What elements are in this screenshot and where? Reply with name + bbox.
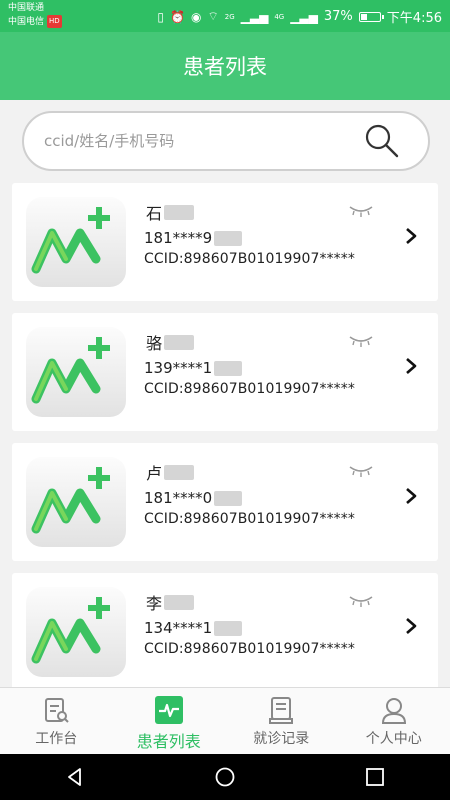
wifi-icon: ⌔ bbox=[207, 9, 219, 23]
app-logo bbox=[26, 327, 126, 417]
battery-fill bbox=[360, 13, 367, 20]
tab-label-workbench: 工作台 bbox=[35, 731, 78, 747]
tab-label-personal-center: 个人中心 bbox=[365, 731, 422, 747]
patient-ccid: CCID:898607B01019907***** bbox=[144, 381, 355, 397]
app-logo bbox=[26, 457, 126, 547]
app-logo bbox=[26, 197, 126, 287]
pulse-icon bbox=[154, 696, 183, 724]
patient-card[interactable]: 骆 139****1 CCID:898607B01019907***** bbox=[12, 313, 438, 431]
eye-closed-icon[interactable] bbox=[348, 593, 374, 609]
signal-2-label: 4G bbox=[274, 12, 285, 21]
user-icon bbox=[381, 698, 406, 724]
chevron-right-icon[interactable] bbox=[404, 617, 418, 635]
redacted-phone bbox=[214, 490, 243, 506]
hd-badge: HD bbox=[47, 15, 62, 28]
patient-ccid: CCID:898607B01019907***** bbox=[144, 251, 355, 267]
tab-visit-records[interactable]: 就诊记录 bbox=[225, 688, 338, 755]
patient-name-row: 李 bbox=[146, 591, 195, 613]
patient-phone: 139****1 bbox=[144, 359, 213, 377]
carrier-info: 中国联通 中国电信 HD bbox=[8, 2, 62, 29]
redacted-name bbox=[164, 204, 195, 220]
patient-name-row: 卢 bbox=[146, 461, 195, 483]
search-input[interactable] bbox=[42, 131, 362, 151]
bottom-tab-bar: 工作台 患者列表 就诊记录 个人中心 bbox=[0, 687, 450, 755]
carrier-1: 中国联通 bbox=[8, 3, 45, 13]
battery-percent: 37% bbox=[323, 9, 353, 24]
patient-ccid: CCID:898607B01019907***** bbox=[144, 511, 355, 527]
back-icon[interactable] bbox=[63, 765, 87, 789]
eye-closed-icon[interactable] bbox=[348, 333, 374, 349]
search-icon[interactable] bbox=[362, 121, 402, 161]
redacted-phone bbox=[214, 360, 243, 376]
tab-label-visit-records: 就诊记录 bbox=[253, 731, 310, 747]
clipboard-icon bbox=[45, 698, 69, 723]
battery-icon bbox=[358, 11, 384, 22]
patient-phone: 181****9 bbox=[144, 229, 213, 247]
eye-comfort-icon: ◉ bbox=[190, 9, 202, 24]
patient-phone: 181****0 bbox=[144, 489, 213, 507]
home-icon[interactable] bbox=[213, 765, 237, 789]
patient-phone-row: 139****1 bbox=[144, 357, 243, 379]
patient-name: 卢 bbox=[146, 464, 163, 483]
signal-1-icon: ▁▃▅ bbox=[240, 9, 269, 24]
eye-closed-icon[interactable] bbox=[348, 203, 374, 219]
patient-name: 石 bbox=[146, 204, 163, 223]
patient-card[interactable]: 卢 181****0 CCID:898607B01019907***** bbox=[12, 443, 438, 561]
carrier-2: 中国电信 bbox=[8, 17, 45, 27]
recents-icon[interactable] bbox=[363, 765, 387, 789]
redacted-name bbox=[164, 334, 195, 350]
status-bar: 中国联通 中国电信 HD ▯ ⏰ ◉ ⌔ 2G ▁▃▅ 4G ▁▃▅ 37% 下午… bbox=[0, 0, 450, 32]
chevron-right-icon[interactable] bbox=[404, 227, 418, 245]
status-indicators: ▯ ⏰ ◉ ⌔ 2G ▁▃▅ 4G ▁▃▅ 37% 下午4:56 bbox=[157, 7, 442, 26]
app-logo bbox=[26, 587, 126, 677]
eye-closed-icon[interactable] bbox=[348, 463, 374, 479]
patient-name: 李 bbox=[146, 594, 163, 613]
patient-phone: 134****1 bbox=[144, 619, 213, 637]
clock: 下午4:56 bbox=[386, 11, 442, 26]
chevron-right-icon[interactable] bbox=[404, 357, 418, 375]
signal-2-icon: ▁▃▅ bbox=[290, 9, 318, 24]
search-bar[interactable] bbox=[22, 111, 430, 171]
tab-personal-center[interactable]: 个人中心 bbox=[338, 688, 450, 755]
chevron-right-icon[interactable] bbox=[404, 487, 418, 505]
redacted-phone bbox=[214, 230, 243, 246]
app-header: 患者列表 bbox=[0, 32, 450, 100]
system-nav-bar bbox=[0, 754, 450, 800]
patient-name-row: 骆 bbox=[146, 331, 195, 353]
patient-phone-row: 134****1 bbox=[144, 617, 243, 639]
record-icon bbox=[269, 697, 294, 724]
vibrate-icon: ▯ bbox=[157, 9, 165, 24]
patient-ccid: CCID:898607B01019907***** bbox=[144, 641, 355, 657]
tab-workbench[interactable]: 工作台 bbox=[0, 688, 113, 755]
patient-phone-row: 181****0 bbox=[144, 487, 243, 509]
tab-label-patient-list: 患者列表 bbox=[136, 732, 201, 751]
page-title: 患者列表 bbox=[183, 55, 267, 79]
alarm-icon: ⏰ bbox=[170, 9, 185, 24]
patient-name: 骆 bbox=[146, 334, 163, 353]
redacted-name bbox=[164, 464, 195, 480]
patient-card[interactable]: 石 181****9 CCID:898607B01019907***** bbox=[12, 183, 438, 301]
redacted-name bbox=[164, 594, 195, 610]
redacted-phone bbox=[214, 620, 243, 636]
signal-1-label: 2G bbox=[224, 12, 235, 21]
patient-list: 石 181****9 CCID:898607B01019907***** 骆 1… bbox=[12, 183, 438, 703]
tab-patient-list[interactable]: 患者列表 bbox=[113, 688, 226, 755]
patient-card[interactable]: 李 134****1 CCID:898607B01019907***** bbox=[12, 573, 438, 691]
patient-phone-row: 181****9 bbox=[144, 227, 243, 249]
patient-name-row: 石 bbox=[146, 201, 195, 223]
